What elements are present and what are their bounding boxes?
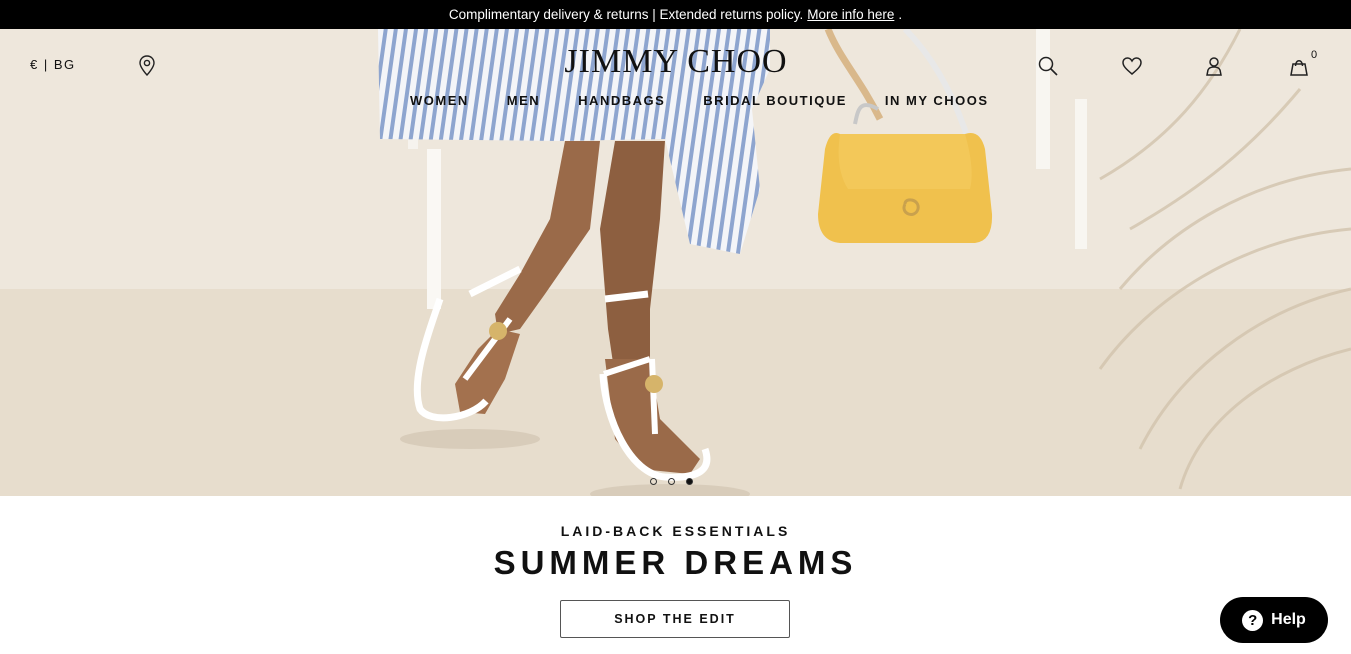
search-icon[interactable] — [1037, 55, 1059, 77]
carousel-dot-3[interactable] — [686, 478, 693, 485]
section-subtitle: LAID-BACK ESSENTIALS — [560, 523, 791, 539]
promo-more-info-link[interactable]: More info here — [807, 7, 894, 22]
help-label: Help — [1271, 611, 1306, 628]
bag-count-badge: 0 — [1311, 49, 1318, 61]
site-header: € | BG JIMMY CHOO WOMEN MEN HANDBAGS BRI… — [0, 29, 1351, 119]
section-title: SUMMER DREAMS — [493, 544, 858, 581]
heart-icon[interactable] — [1121, 55, 1143, 77]
nav-men[interactable]: MEN — [507, 93, 540, 108]
question-icon: ? — [1242, 609, 1264, 631]
nav-bridal-boutique[interactable]: BRIDAL BOUTIQUE — [703, 93, 847, 108]
help-button[interactable]: ? Help — [1220, 597, 1328, 643]
promo-text: Complimentary delivery & returns | Exten… — [448, 7, 804, 22]
nav-women[interactable]: WOMEN — [410, 93, 469, 108]
shopping-bag-icon[interactable] — [1288, 55, 1310, 77]
location-pin-icon[interactable] — [138, 55, 156, 77]
currency-country-selector[interactable]: € | BG — [30, 57, 76, 72]
nav-in-my-choos[interactable]: IN MY CHOOS — [885, 93, 989, 108]
main-nav: WOMEN MEN HANDBAGS BRIDAL BOUTIQUE IN MY… — [410, 93, 989, 108]
shop-the-edit-button[interactable]: SHOP THE EDIT — [560, 600, 790, 638]
promo-bar: Complimentary delivery & returns | Exten… — [0, 0, 1351, 29]
carousel-dot-2[interactable] — [668, 478, 675, 485]
nav-handbags[interactable]: HANDBAGS — [578, 93, 665, 108]
carousel-dots — [650, 478, 693, 485]
promo-period: . — [898, 7, 903, 22]
jimmy-choo-logo[interactable]: JIMMY CHOO — [556, 43, 796, 81]
carousel-dot-1[interactable] — [650, 478, 657, 485]
user-icon[interactable] — [1203, 55, 1225, 77]
